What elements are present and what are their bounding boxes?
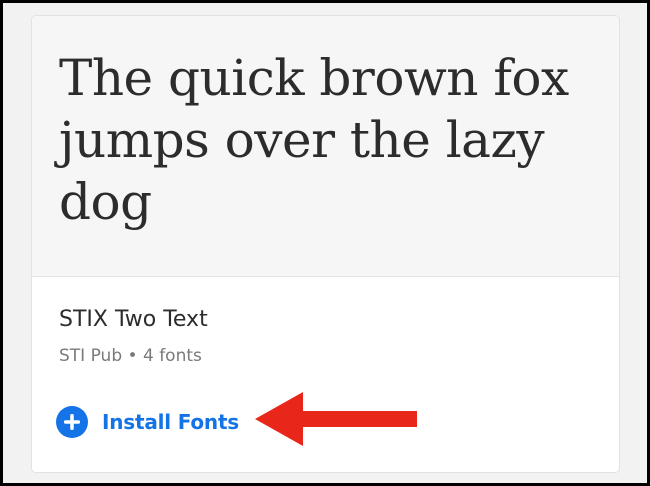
install-fonts-label: Install Fonts bbox=[102, 410, 240, 434]
font-meta: STI Pub • 4 fonts bbox=[59, 345, 202, 367]
plus-circle-icon bbox=[56, 406, 88, 438]
font-family-name[interactable]: STIX Two Text bbox=[59, 306, 208, 334]
screen: The quick brown fox jumps over the lazy … bbox=[3, 3, 647, 483]
font-count: 4 fonts bbox=[142, 346, 202, 366]
foundry-name: STI Pub bbox=[59, 346, 123, 366]
font-preview-area: The quick brown fox jumps over the lazy … bbox=[32, 16, 619, 277]
red-arrow-left-icon bbox=[255, 392, 417, 446]
install-fonts-button[interactable]: Install Fonts bbox=[56, 405, 239, 439]
meta-separator: • bbox=[127, 346, 138, 366]
font-preview-text: The quick brown fox jumps over the lazy … bbox=[59, 49, 569, 231]
